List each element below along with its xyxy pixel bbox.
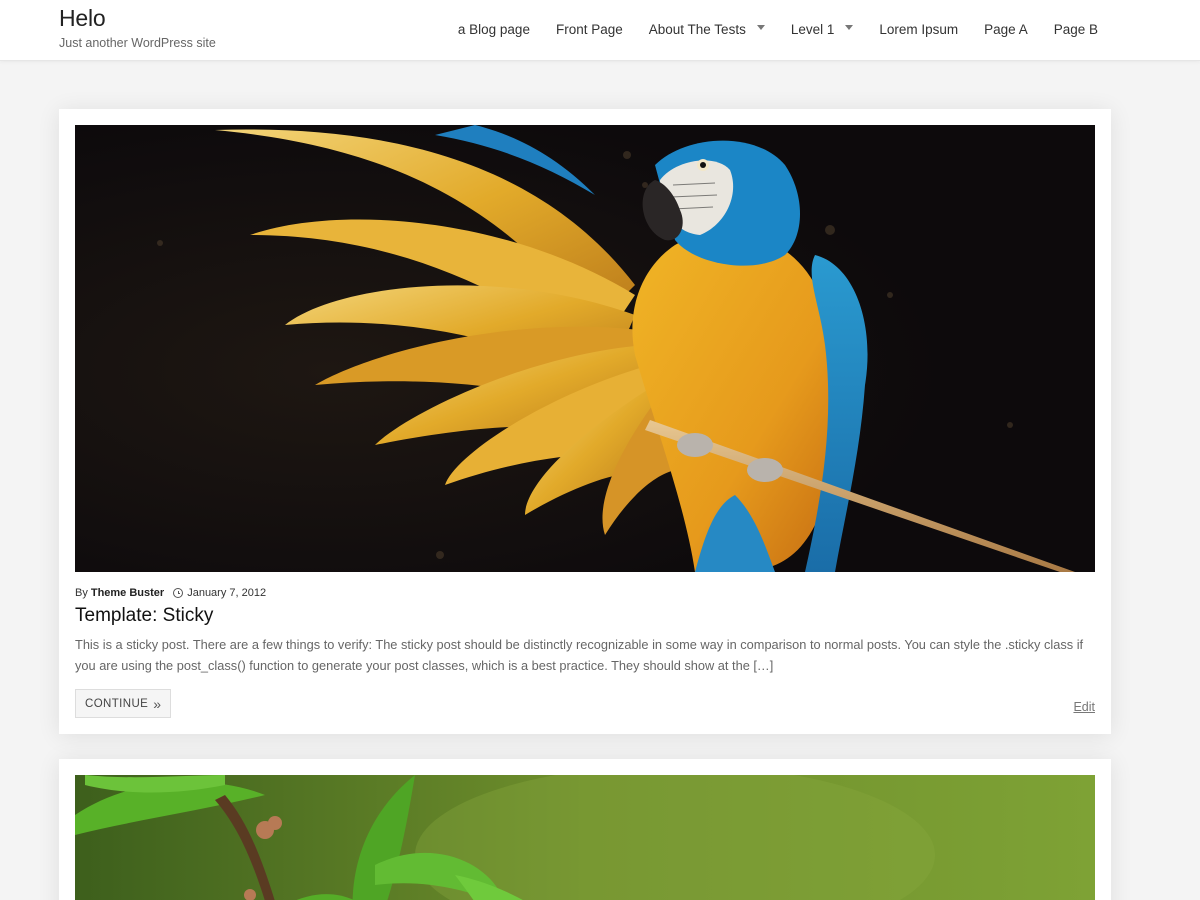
nav-item-label: Page A (984, 21, 1028, 37)
nav-item-about-the-tests[interactable]: About The Tests (649, 22, 765, 37)
main-navigation: a Blog page Front Page About The Tests L… (432, 0, 1098, 58)
nav-item-label: Lorem Ipsum (879, 21, 959, 37)
nav-item-front-page[interactable]: Front Page (556, 22, 623, 37)
post-card: By Theme Buster January 7, 2012 Template… (59, 109, 1111, 734)
continue-reading-button[interactable]: CONTINUE » (75, 689, 172, 718)
caret-down-icon[interactable] (845, 25, 854, 30)
double-chevron-right-icon: » (153, 695, 162, 712)
leaves-illustration (75, 775, 1095, 900)
continue-label: CONTINUE (85, 697, 149, 710)
post-title[interactable]: Template: Sticky (75, 605, 213, 627)
nav-item-page-b[interactable]: Page B (1054, 22, 1098, 37)
nav-item-label: a Blog page (457, 21, 530, 37)
clock-icon (173, 588, 184, 598)
parrot-illustration (75, 125, 1095, 572)
nav-item-lorem-ipsum[interactable]: Lorem Ipsum (879, 22, 958, 37)
nav-item-level-1[interactable]: Level 1 (791, 22, 854, 37)
post-date-link[interactable]: January 7, 2012 (187, 587, 266, 599)
nav-item-label: About The Tests (648, 21, 746, 37)
nav-item-label: Level 1 (790, 21, 835, 37)
post-meta: By Theme Buster January 7, 2012 (75, 587, 266, 599)
nav-item-blog-page[interactable]: a Blog page (458, 22, 530, 37)
edit-post-link[interactable]: Edit (1073, 700, 1095, 714)
post-excerpt: This is a sticky post. There are a few t… (75, 637, 1084, 673)
post-featured-image[interactable] (75, 125, 1095, 572)
caret-down-icon[interactable] (756, 25, 765, 30)
post-card (59, 759, 1111, 900)
nav-item-label: Page B (1053, 21, 1098, 37)
byline-label: By (75, 587, 88, 599)
nav-item-label: Front Page (555, 21, 623, 37)
site-title[interactable]: Helo (59, 5, 106, 32)
post-author-link[interactable]: Theme Buster (91, 587, 164, 599)
post-featured-image[interactable] (75, 775, 1095, 900)
nav-item-page-a[interactable]: Page A (984, 22, 1028, 37)
site-header: Helo Just another WordPress site a Blog … (0, 0, 1200, 61)
site-tagline: Just another WordPress site (59, 36, 216, 50)
